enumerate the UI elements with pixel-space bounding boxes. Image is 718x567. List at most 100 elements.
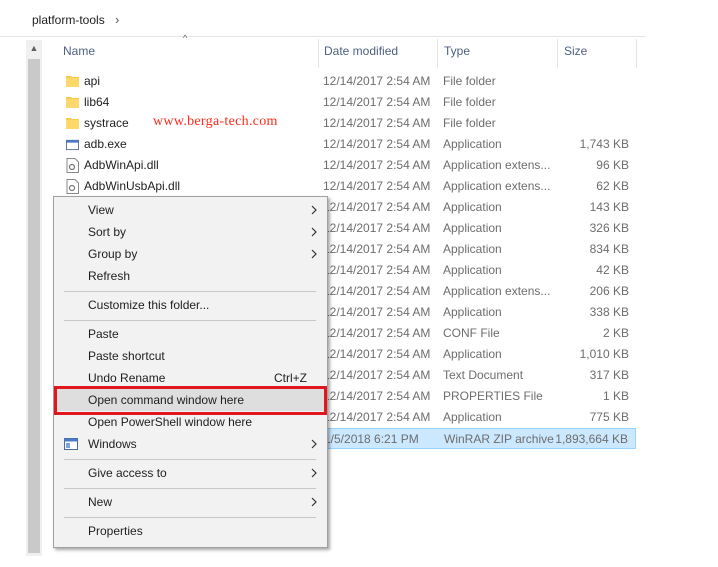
file-date-modified: 12/14/2017 2:54 AM xyxy=(323,158,431,172)
file-size: 62 KB xyxy=(596,179,629,193)
column-header-size[interactable]: Size xyxy=(564,44,587,64)
file-name: lib64 xyxy=(84,95,110,109)
file-type: CONF File xyxy=(443,326,500,340)
file-type: Application xyxy=(443,347,502,361)
file-row[interactable]: api 12/14/2017 2:54 AM File folder xyxy=(60,71,636,92)
column-divider[interactable] xyxy=(636,39,637,68)
file-type: Application xyxy=(443,263,502,277)
menu-separator xyxy=(64,291,316,292)
scroll-thumb[interactable] xyxy=(28,59,40,553)
column-divider[interactable] xyxy=(557,39,558,68)
file-size: 206 KB xyxy=(589,284,629,298)
file-date-modified: 12/14/2017 2:54 AM xyxy=(323,368,431,382)
scroll-up-arrow-icon[interactable]: ▲ xyxy=(26,40,42,57)
file-size: 2 KB xyxy=(602,326,629,340)
file-size: 143 KB xyxy=(589,200,629,214)
menu-item-label: Paste shortcut xyxy=(88,349,165,363)
file-type: Application xyxy=(443,221,502,235)
menu-item-label: Customize this folder... xyxy=(88,298,210,312)
folder-icon xyxy=(66,76,79,87)
file-date-modified: 12/14/2017 2:54 AM xyxy=(323,242,431,256)
menu-item-properties[interactable]: Properties xyxy=(54,520,327,542)
chevron-right-icon xyxy=(311,439,317,449)
address-bar[interactable]: platform-tools › xyxy=(0,0,646,37)
file-date-modified: 12/14/2017 2:54 AM xyxy=(323,179,431,193)
menu-separator xyxy=(64,517,316,518)
menu-item-paste-shortcut[interactable]: Paste shortcut xyxy=(54,345,327,367)
dll-icon xyxy=(66,179,79,194)
file-row[interactable]: AdbWinUsbApi.dll 12/14/2017 2:54 AM Applic… xyxy=(60,176,636,197)
menu-item-group-by[interactable]: Group by xyxy=(54,243,327,265)
file-size: 42 KB xyxy=(596,263,629,277)
file-type: Application xyxy=(443,137,502,151)
menu-item-label: Properties xyxy=(88,524,143,538)
file-date-modified: 12/14/2017 2:54 AM xyxy=(323,200,431,214)
file-type: Application xyxy=(443,305,502,319)
file-date-modified: 12/14/2017 2:54 AM xyxy=(323,410,431,424)
file-name: api xyxy=(84,74,101,88)
file-type: File folder xyxy=(443,95,496,109)
exe-icon xyxy=(66,139,79,151)
file-type: File folder xyxy=(443,74,496,88)
navigation-scrollbar[interactable]: ▲ xyxy=(26,40,42,556)
file-size: 1,743 KB xyxy=(579,137,629,151)
file-date-modified: 12/14/2017 2:54 AM xyxy=(323,116,431,130)
context-menu: View Sort by Group by Refresh Customize … xyxy=(53,196,328,548)
breadcrumb-chevron-icon[interactable]: › xyxy=(115,12,119,27)
file-row[interactable]: AdbWinApi.dll 12/14/2017 2:54 AM Applicati… xyxy=(60,155,636,176)
sort-ascending-icon: ^ xyxy=(183,33,188,43)
menu-separator xyxy=(64,320,316,321)
file-size: 338 KB xyxy=(589,305,629,319)
menu-item-label: Give access to xyxy=(88,466,167,480)
file-name: AdbWinApi.dll xyxy=(84,158,159,172)
menu-separator xyxy=(64,488,316,489)
file-date-modified: 1/5/2018 6:21 PM xyxy=(324,432,419,446)
menu-item-view[interactable]: View xyxy=(54,199,327,221)
menu-item-paste[interactable]: Paste xyxy=(54,323,327,345)
file-size: 834 KB xyxy=(589,242,629,256)
file-date-modified: 12/14/2017 2:54 AM xyxy=(323,74,431,88)
file-type: Application extens... xyxy=(443,179,551,193)
menu-item-refresh[interactable]: Refresh xyxy=(54,265,327,287)
file-size: 326 KB xyxy=(589,221,629,235)
dll-icon xyxy=(66,158,79,173)
menu-item-label: View xyxy=(88,203,114,217)
menu-item-sort-by[interactable]: Sort by xyxy=(54,221,327,243)
file-date-modified: 12/14/2017 2:54 AM xyxy=(323,137,431,151)
column-divider[interactable] xyxy=(318,39,319,68)
annotation-highlight-box xyxy=(54,386,327,415)
file-name: adb.exe xyxy=(84,137,127,151)
menu-item-customize-folder[interactable]: Customize this folder... xyxy=(54,294,327,316)
file-date-modified: 12/14/2017 2:54 AM xyxy=(323,305,431,319)
menu-separator xyxy=(64,459,316,460)
folder-icon xyxy=(66,118,79,129)
file-date-modified: 12/14/2017 2:54 AM xyxy=(323,95,431,109)
file-type: Application xyxy=(443,200,502,214)
chevron-right-icon xyxy=(311,249,317,259)
menu-item-label: New xyxy=(88,495,113,509)
file-size: 1 KB xyxy=(602,389,629,403)
menu-item-label: Windows xyxy=(88,437,137,451)
file-row[interactable]: adb.exe 12/14/2017 2:54 AM Application 1,74… xyxy=(60,134,636,155)
column-header-type[interactable]: Type xyxy=(444,44,470,64)
chevron-right-icon xyxy=(311,227,317,237)
file-size: 1,893,664 KB xyxy=(555,432,628,446)
folder-icon xyxy=(66,97,79,108)
file-date-modified: 12/14/2017 2:54 AM xyxy=(323,326,431,340)
menu-item-give-access[interactable]: Give access to xyxy=(54,462,327,484)
menu-item-label: Sort by xyxy=(88,225,127,239)
breadcrumb-platform-tools[interactable]: platform-tools xyxy=(32,13,105,27)
file-date-modified: 12/14/2017 2:54 AM xyxy=(323,284,431,298)
column-divider[interactable] xyxy=(437,39,438,68)
chevron-right-icon xyxy=(311,497,317,507)
column-header-name[interactable]: Name xyxy=(63,44,95,64)
file-row[interactable]: lib64 12/14/2017 2:54 AM File folder xyxy=(60,92,636,113)
file-type: Application xyxy=(443,242,502,256)
column-header-date[interactable]: Date modified xyxy=(324,44,398,64)
menu-item-windows[interactable]: Windows xyxy=(54,433,327,455)
watermark-text: www.berga-tech.com xyxy=(153,114,278,129)
file-row[interactable]: systrace 12/14/2017 2:54 AM File folder xyxy=(60,113,636,134)
file-size: 775 KB xyxy=(589,410,629,424)
menu-item-new[interactable]: New xyxy=(54,491,327,513)
file-name: AdbWinUsbApi.dll xyxy=(84,179,181,193)
